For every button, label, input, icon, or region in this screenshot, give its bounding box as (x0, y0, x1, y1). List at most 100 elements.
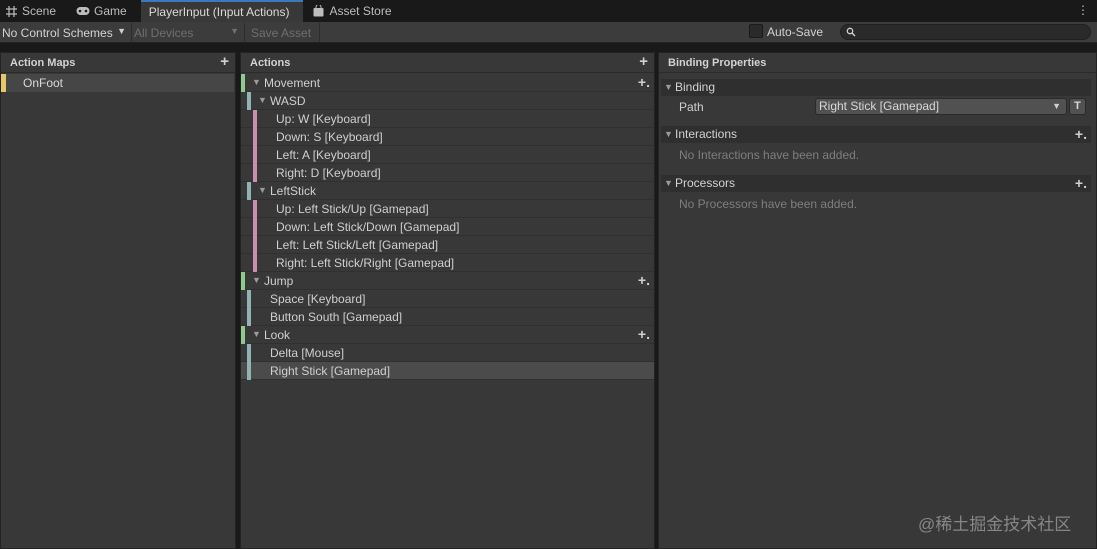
binding-label: Up: Left Stick/Up [Gamepad] (276, 202, 429, 216)
action-stripe (241, 326, 245, 344)
action-row-look[interactable]: ▼ Look +. (241, 326, 654, 344)
devices-dropdown[interactable]: All Devices ▼ (131, 23, 243, 42)
action-map-label: OnFoot (23, 76, 64, 90)
chevron-down-icon: ▼ (117, 26, 126, 36)
search-input[interactable] (840, 24, 1091, 40)
action-row-jump[interactable]: ▼ Jump +. (241, 272, 654, 290)
binding-label: Down: Left Stick/Down [Gamepad] (276, 220, 460, 234)
tab-label: Asset Store (329, 4, 392, 18)
actions-panel: Actions + ▼ Movement +. ▼ WASD Up: W [Ke… (240, 52, 655, 549)
tab-scene[interactable]: Scene (0, 0, 64, 22)
binding-label: Left: Left Stick/Left [Gamepad] (276, 238, 439, 252)
action-maps-header: Action Maps + (1, 53, 235, 73)
binding-stripe (253, 146, 257, 164)
binding-label: Left: A [Keyboard] (276, 148, 371, 162)
binding-section-header[interactable]: ▼ Binding (661, 79, 1091, 96)
binding-row[interactable]: Button South [Gamepad] (241, 308, 654, 326)
processors-empty-text: No Processors have been added. (679, 197, 858, 211)
expand-triangle-icon[interactable]: ▼ (252, 77, 261, 87)
composite-stripe (247, 92, 251, 110)
binding-properties-header: Binding Properties (659, 53, 1096, 73)
add-action-button[interactable]: + (639, 54, 648, 69)
tab-bar: Scene Game PlayerInput (Input Actions) A… (0, 0, 1097, 22)
binding-stripe (247, 290, 251, 308)
action-row-movement[interactable]: ▼ Movement +. (241, 74, 654, 92)
chevron-down-icon: ▼ (230, 26, 239, 36)
more-options-icon[interactable]: ⋮ (1077, 3, 1089, 17)
actions-title: Actions (250, 56, 291, 69)
add-binding-button[interactable]: +. (638, 75, 650, 89)
processors-section-header[interactable]: ▼ Processors +. (661, 175, 1091, 192)
interactions-section-header[interactable]: ▼ Interactions +. (661, 126, 1091, 143)
binding-row[interactable]: Left: A [Keyboard] (241, 146, 654, 164)
binding-stripe (247, 308, 251, 326)
binding-row[interactable]: Right: D [Keyboard] (241, 164, 654, 182)
expand-triangle-icon[interactable]: ▼ (252, 329, 261, 339)
grid-icon (4, 4, 18, 18)
binding-stripe (247, 362, 251, 380)
add-action-map-button[interactable]: + (220, 54, 229, 69)
search-icon (846, 26, 856, 37)
add-binding-button[interactable]: +. (638, 273, 650, 287)
path-value: Right Stick [Gamepad] (819, 99, 940, 113)
binding-stripe (253, 164, 257, 182)
path-label: Path (679, 100, 704, 114)
composite-label: LeftStick (270, 184, 317, 198)
binding-stripe (253, 254, 257, 272)
add-binding-button[interactable]: +. (638, 327, 650, 341)
binding-row[interactable]: Down: Left Stick/Down [Gamepad] (241, 218, 654, 236)
binding-stripe (253, 110, 257, 128)
tab-input-actions[interactable]: PlayerInput (Input Actions) (140, 0, 304, 22)
path-dropdown[interactable]: Right Stick [Gamepad] ▼ (815, 98, 1067, 115)
binding-label: Down: S [Keyboard] (276, 130, 383, 144)
add-processor-button[interactable]: +. (1075, 176, 1087, 190)
action-label: Look (264, 328, 291, 342)
expand-triangle-icon[interactable]: ▼ (258, 185, 267, 195)
binding-label: Right: D [Keyboard] (276, 166, 381, 180)
composite-row-wasd[interactable]: ▼ WASD (241, 92, 654, 110)
save-asset-label: Save Asset (251, 25, 312, 40)
binding-label: Button South [Gamepad] (270, 310, 403, 324)
chevron-down-icon: ▼ (1052, 101, 1061, 111)
interactions-empty-text: No Interactions have been added. (679, 148, 860, 162)
binding-label: Delta [Mouse] (270, 346, 345, 360)
binding-row[interactable]: Left: Left Stick/Left [Gamepad] (241, 236, 654, 254)
bag-icon (311, 4, 325, 18)
tab-game[interactable]: Game (64, 0, 135, 22)
expand-triangle-icon[interactable]: ▼ (252, 275, 261, 285)
auto-save-checkbox[interactable] (749, 24, 763, 38)
binding-row-selected[interactable]: Right Stick [Gamepad] (241, 362, 654, 380)
watermark: @稀土掘金技术社区 (918, 515, 1072, 534)
binding-row[interactable]: Space [Keyboard] (241, 290, 654, 308)
section-label: Interactions (675, 127, 738, 141)
binding-row[interactable]: Delta [Mouse] (241, 344, 654, 362)
binding-row[interactable]: Up: Left Stick/Up [Gamepad] (241, 200, 654, 218)
save-asset-button[interactable]: Save Asset (244, 23, 320, 42)
tab-label: Game (94, 4, 127, 18)
control-schemes-dropdown[interactable]: No Control Schemes ▼ (0, 23, 130, 42)
action-label: Movement (264, 76, 321, 90)
text-mode-button[interactable]: T (1069, 98, 1086, 115)
expand-triangle-icon[interactable]: ▼ (258, 95, 267, 105)
composite-stripe (247, 182, 251, 200)
control-schemes-label: No Control Schemes (2, 25, 113, 40)
tab-asset-store[interactable]: Asset Store (303, 0, 399, 22)
action-label: Jump (264, 274, 294, 288)
binding-row[interactable]: Down: S [Keyboard] (241, 128, 654, 146)
binding-stripe (253, 218, 257, 236)
composite-row-leftstick[interactable]: ▼ LeftStick (241, 182, 654, 200)
action-maps-panel: Action Maps + OnFoot (0, 52, 236, 549)
binding-row[interactable]: Right: Left Stick/Right [Gamepad] (241, 254, 654, 272)
tab-label: Scene (22, 4, 57, 18)
expand-triangle-icon[interactable]: ▼ (664, 82, 673, 92)
expand-triangle-icon[interactable]: ▼ (664, 129, 673, 139)
binding-row[interactable]: Up: W [Keyboard] (241, 110, 654, 128)
binding-label: Right Stick [Gamepad] (270, 364, 391, 378)
action-map-item-onfoot[interactable]: OnFoot (1, 74, 234, 92)
expand-triangle-icon[interactable]: ▼ (664, 178, 673, 188)
binding-stripe (253, 128, 257, 146)
add-interaction-button[interactable]: +. (1075, 127, 1087, 141)
binding-label: Up: W [Keyboard] (276, 112, 371, 126)
binding-properties-title: Binding Properties (668, 56, 767, 69)
binding-label: Right: Left Stick/Right [Gamepad] (276, 256, 455, 270)
